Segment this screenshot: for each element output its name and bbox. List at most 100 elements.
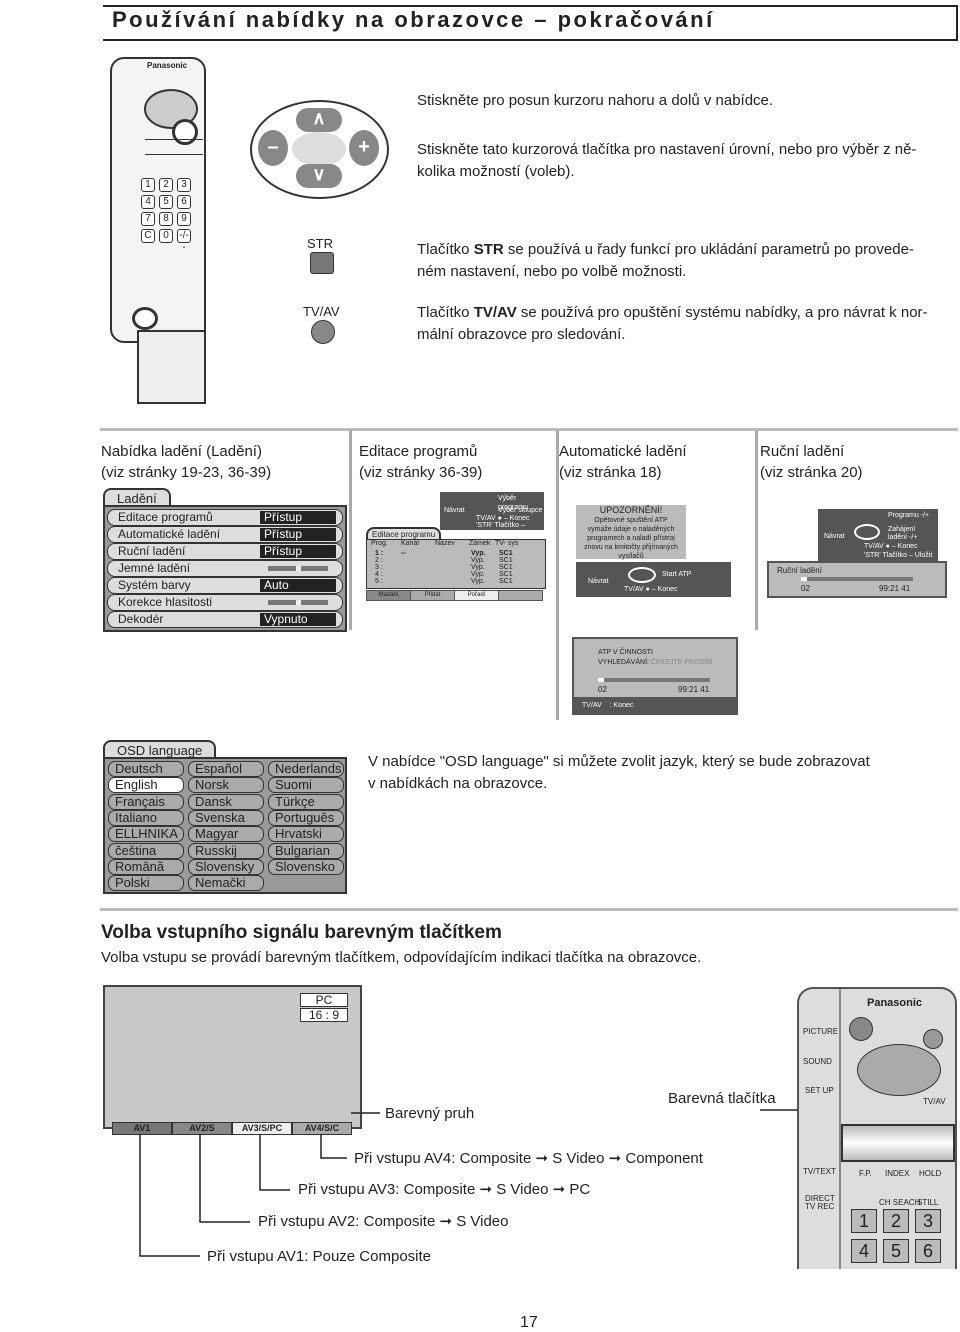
key-6[interactable]: 6 (915, 1239, 941, 1263)
language-option[interactable]: Español (188, 761, 264, 777)
slider[interactable] (268, 566, 328, 571)
table-cell[interactable]: SC1 (499, 550, 513, 557)
power-button[interactable] (849, 1017, 873, 1041)
program-button[interactable] (498, 590, 543, 601)
cursor-pad: ∧ ∨ – + (250, 100, 389, 199)
key-C[interactable]: C (141, 229, 155, 243)
plus-button[interactable]: + (349, 130, 379, 166)
table-cell[interactable]: 5 : (375, 578, 383, 585)
menu-row[interactable]: Korekce hlasitosti (107, 594, 343, 611)
str-button[interactable] (310, 252, 334, 274)
menu-row[interactable]: Dekodér Vypnuto (107, 611, 343, 628)
table-cell[interactable]: 2 : (375, 557, 383, 564)
key-4[interactable]: 4 (851, 1239, 877, 1263)
language-option[interactable]: Suomi (268, 777, 344, 794)
divider (755, 430, 758, 630)
color-bar-av2[interactable]: AV2/S (172, 1122, 232, 1135)
key-1[interactable]: 1 (851, 1209, 877, 1233)
key-4[interactable]: 4 (141, 195, 155, 209)
language-option[interactable]: Hrvatski (268, 826, 344, 843)
key-8[interactable]: 8 (159, 212, 173, 226)
key-2[interactable]: 2 (883, 1209, 909, 1233)
panel-title: Ruční ladění (777, 566, 822, 575)
table-cell[interactable]: 4 : (375, 571, 383, 578)
color-buttons-highlight[interactable] (841, 1124, 955, 1162)
language-option[interactable]: Português (268, 809, 344, 826)
table-cell[interactable]: Vyp. (471, 578, 485, 585)
color-bar-av1[interactable]: AV1 (112, 1122, 172, 1135)
language-option[interactable]: English (108, 777, 184, 794)
table-cell[interactable]: 1 : (375, 550, 383, 557)
language-option[interactable]: Polski (108, 875, 184, 892)
text-line: vysílačů (618, 553, 644, 560)
heading: Automatické ladění (559, 443, 687, 460)
key-9[interactable]: 9 (177, 212, 191, 226)
language-option[interactable]: Bulgarian (268, 842, 344, 859)
key-2[interactable]: 2 (159, 178, 173, 192)
subheading: (viz stránky 36-39) (359, 464, 483, 481)
instruction-tvav: Tlačítko TV/AV se používá pro opuštění s… (417, 302, 928, 346)
language-option[interactable]: Italiano (108, 809, 184, 826)
table-cell[interactable]: -- (401, 550, 406, 557)
program-button[interactable]: Mazání (366, 590, 411, 601)
down-button[interactable]: ∨ (296, 164, 342, 188)
text-line: programech a naladí přístroj (587, 535, 675, 542)
language-option[interactable]: Français (108, 793, 184, 810)
table-cell[interactable]: 3 : (375, 564, 383, 571)
heading: Nabídka ladění (Ladění) (101, 443, 262, 460)
program-button[interactable]: Pořadí (454, 590, 499, 601)
table-cell[interactable]: Vyp. (471, 550, 486, 557)
key-5[interactable]: 5 (883, 1239, 909, 1263)
language-option[interactable]: Română (108, 858, 184, 875)
program-button[interactable]: Přidat (410, 590, 455, 601)
language-option[interactable]: Svenska (188, 809, 264, 826)
tvav-button[interactable] (311, 320, 335, 344)
key-5[interactable]: 5 (159, 195, 173, 209)
key-6[interactable]: 6 (177, 195, 191, 209)
key-7[interactable]: 7 (141, 212, 155, 226)
slider[interactable] (268, 600, 328, 605)
language-option[interactable]: Slovensky (188, 858, 264, 875)
language-option[interactable]: Slovensko (268, 858, 344, 875)
color-bar-av4[interactable]: AV4/S/C (292, 1122, 352, 1135)
menu-row[interactable]: Systém barvy Auto (107, 577, 343, 594)
table-cell[interactable]: SC1 (499, 557, 513, 564)
menu-row[interactable]: Jemné ladění (107, 560, 343, 577)
slider-handle[interactable] (295, 600, 301, 605)
table-cell[interactable]: Vyp. (471, 564, 485, 571)
menu-row[interactable]: Automatické ladění Přístup (107, 526, 343, 543)
language-option[interactable]: Russkij (188, 842, 264, 859)
text-line: kolika možností (voleb). (417, 163, 575, 180)
language-option[interactable]: Türkçe (268, 793, 344, 810)
menu-row[interactable]: Editace programů Přístup (107, 509, 343, 526)
atp-status: ATP V ČINNOSTI (598, 649, 653, 656)
mute-button[interactable] (923, 1029, 943, 1049)
color-bar-av3[interactable]: AV3/S/PC (232, 1122, 292, 1135)
language-option[interactable]: čeština (108, 842, 184, 859)
key-3[interactable]: 3 (177, 178, 191, 192)
key--/--[interactable]: -/-- (177, 229, 191, 253)
help-store: 'STR' Tlačítko – Uložit (864, 552, 933, 559)
table-cell[interactable]: SC1 (499, 564, 513, 571)
language-option[interactable]: Nemački (188, 875, 264, 892)
menu-row[interactable]: Ruční ladění Přístup (107, 543, 343, 560)
cursor-pad[interactable] (857, 1044, 941, 1096)
table-cell[interactable]: Vyp. (471, 571, 485, 578)
key-0[interactable]: 0 (159, 229, 173, 243)
slider-handle[interactable] (295, 566, 301, 571)
language-option[interactable]: Magyar (188, 826, 264, 843)
minus-button[interactable]: – (258, 130, 288, 166)
table-cell[interactable]: SC1 (499, 571, 513, 578)
language-option[interactable]: Nederlands (268, 761, 344, 777)
section-header: Automatické ladění (viz stránka 18) (559, 441, 687, 483)
language-option[interactable]: Deutsch (108, 761, 184, 777)
color-buttons-label: Barevná tlačítka (668, 1090, 776, 1107)
table-cell[interactable]: Vyp. (471, 557, 485, 564)
up-button[interactable]: ∧ (296, 108, 342, 132)
language-option[interactable]: ELLHNIKA (108, 826, 184, 843)
language-option[interactable]: Norsk (188, 777, 264, 794)
key-1[interactable]: 1 (141, 178, 155, 192)
table-cell[interactable]: SC1 (499, 578, 513, 585)
language-option[interactable]: Dansk (188, 793, 264, 810)
key-3[interactable]: 3 (915, 1209, 941, 1233)
